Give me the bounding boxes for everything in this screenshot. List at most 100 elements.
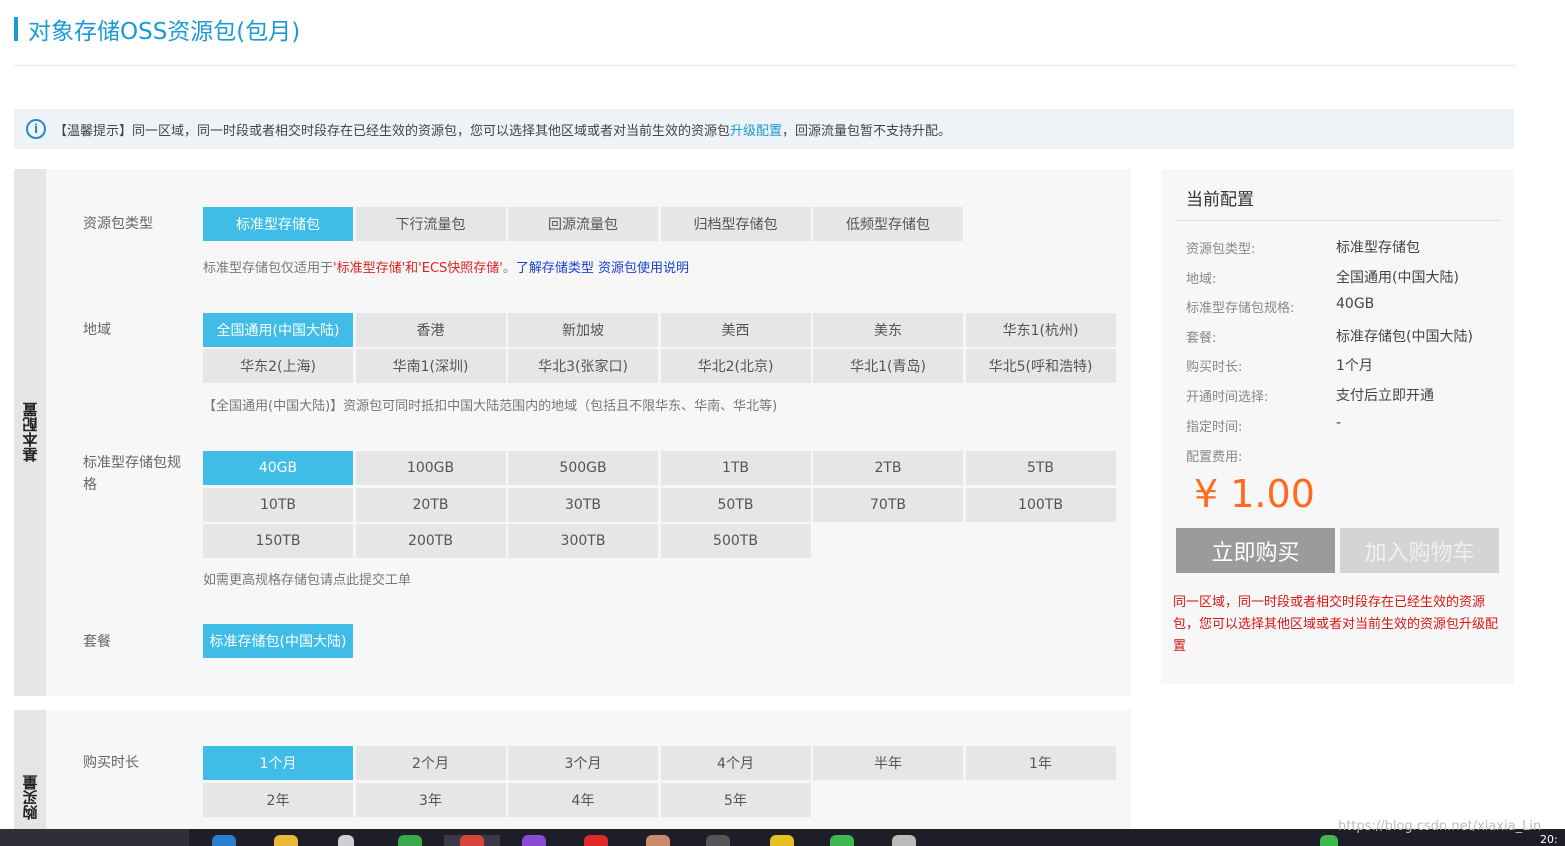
- basic-config-side: 基本配置: [14, 169, 46, 696]
- region-option[interactable]: 华东2(上海): [203, 349, 353, 383]
- summary-key: 资源包类型:: [1186, 242, 1256, 257]
- region-option[interactable]: 华北3(张家口): [508, 349, 658, 383]
- page-root: 对象存储OSS资源包(包月) i 【温馨提示】同一区域，同一时段或者相交时段存在…: [0, 0, 1565, 846]
- app-green-icon[interactable]: [398, 835, 422, 846]
- region-option[interactable]: 华东1(杭州): [965, 313, 1116, 347]
- storage-types-link[interactable]: 了解存储类型: [516, 261, 594, 276]
- notice-upgrade-link[interactable]: 升级配置: [730, 120, 782, 139]
- spec-ticket-link[interactable]: 如需更高规格存储包请点此提交工单: [203, 569, 411, 588]
- duration-label: 购买时长: [83, 755, 139, 771]
- duration-option[interactable]: 3个月: [508, 746, 658, 780]
- duration-option[interactable]: 5年: [660, 782, 811, 817]
- duration-option[interactable]: 4年: [508, 782, 658, 817]
- region-option[interactable]: 全国通用(中国大陆): [203, 313, 353, 347]
- taskbar-search-area[interactable]: [0, 829, 189, 846]
- summary-key: 地域:: [1186, 271, 1217, 287]
- region-option[interactable]: 华北2(北京): [660, 349, 811, 383]
- summary-value: 支付后立即开通: [1336, 388, 1434, 404]
- buy-now-button[interactable]: 立即购买: [1176, 528, 1335, 573]
- duration-option[interactable]: 半年: [813, 746, 963, 780]
- package-type-option[interactable]: 标准型存储包: [203, 207, 353, 241]
- usage-guide-link[interactable]: 资源包使用说明: [598, 261, 689, 276]
- duration-option[interactable]: 3年: [355, 782, 506, 817]
- region-option[interactable]: 华南1(深圳): [355, 349, 506, 383]
- fee-label: 配置费用:: [1186, 450, 1243, 465]
- spec-option[interactable]: 2TB: [813, 451, 963, 485]
- title-accent-bar: [14, 17, 18, 41]
- spec-option[interactable]: 100GB: [355, 451, 506, 485]
- summary-key: 购买时长:: [1186, 360, 1243, 376]
- tray-app-icon[interactable]: [1320, 835, 1338, 846]
- spec-option[interactable]: 20TB: [355, 487, 506, 522]
- notice-text-before: 【温馨提示】同一区域，同一时段或者相交时段存在已经生效的资源包，您可以选择其他区…: [54, 123, 731, 139]
- duration-option[interactable]: 1个月: [203, 746, 353, 780]
- region-option[interactable]: 美东: [813, 313, 963, 347]
- spec-option[interactable]: 50TB: [660, 487, 811, 522]
- region-label: 地域: [83, 322, 111, 338]
- spec-option[interactable]: 500TB: [660, 524, 811, 558]
- summary-value: 40GB: [1336, 296, 1375, 313]
- duration-option[interactable]: 4个月: [660, 746, 811, 780]
- app-window-icon[interactable]: [706, 835, 730, 846]
- app-avatar-icon[interactable]: [646, 835, 670, 846]
- type-hint-prefix: 标准型存储包仅适用于: [203, 261, 334, 276]
- region-option[interactable]: 美西: [660, 313, 811, 347]
- region-option[interactable]: 新加坡: [508, 313, 658, 347]
- watermark-text: https://blog.csdn.net/xiaxia_Lin: [1338, 819, 1542, 834]
- buy-config-panel: 购买量 购买时长 1个月 2个月 3个月 4个月 半年 1年 2年 3年 4年 5年: [14, 710, 1131, 846]
- page-title: 对象存储OSS资源包(包月): [14, 14, 301, 45]
- search-icon[interactable]: [338, 835, 354, 846]
- summary-value: 全国通用(中国大陆): [1336, 269, 1459, 286]
- app-wechat-icon[interactable]: [830, 835, 854, 846]
- region-option[interactable]: 华北1(青岛): [813, 349, 963, 383]
- spec-option[interactable]: 200TB: [355, 524, 506, 558]
- folder-icon[interactable]: [274, 835, 298, 846]
- duration-option[interactable]: 2个月: [355, 746, 506, 780]
- price-value: ¥ 1.00: [1194, 472, 1315, 516]
- spec-option[interactable]: 10TB: [203, 487, 353, 522]
- type-hint: 标准型存储包仅适用于'标准型存储'和'ECS快照存储'。了解存储类型 资源包使用…: [203, 257, 689, 276]
- type-hint-highlight: '标准型存储'和'ECS快照存储': [333, 261, 503, 276]
- app-purple-icon[interactable]: [522, 835, 546, 846]
- page-title-text: 对象存储OSS资源包(包月): [28, 19, 301, 45]
- app-red-icon[interactable]: [584, 835, 608, 846]
- summary-value: 标准型存储包: [1336, 240, 1420, 256]
- summary-value: 标准存储包(中国大陆): [1336, 328, 1473, 345]
- summary-warning: 同一区域，同一时段或者相交时段存在已经生效的资源包，您可以选择其他区域或者对当前…: [1173, 595, 1499, 654]
- spec-option[interactable]: 5TB: [965, 451, 1116, 485]
- spec-option[interactable]: 1TB: [660, 451, 811, 485]
- summary-divider: [1175, 220, 1501, 221]
- basic-config-label: 基本配置: [21, 402, 40, 463]
- chrome-icon[interactable]: [460, 835, 484, 846]
- region-hint: 【全国通用(中国大陆)】资源包可同时抵扣中国大陆范围内的地域（包括且不限华东、华…: [203, 399, 778, 414]
- summary-value: 1个月: [1336, 358, 1373, 375]
- spec-option[interactable]: 300TB: [508, 524, 658, 558]
- spec-option[interactable]: 70TB: [813, 487, 963, 522]
- buy-config-side: 购买量: [14, 710, 46, 846]
- info-icon: i: [26, 119, 46, 139]
- plan-option[interactable]: 标准存储包(中国大陆): [203, 624, 353, 658]
- package-type-option[interactable]: 下行流量包: [355, 207, 506, 241]
- os-taskbar: [0, 829, 1565, 846]
- region-option[interactable]: 华北5(呼和浩特): [965, 349, 1116, 383]
- summary-title: 当前配置: [1186, 190, 1254, 210]
- spec-option[interactable]: 40GB: [203, 451, 353, 485]
- package-type-option[interactable]: 回源流量包: [508, 207, 658, 241]
- spec-option[interactable]: 150TB: [203, 524, 353, 558]
- summary-key: 套餐:: [1186, 330, 1217, 346]
- duration-option[interactable]: 2年: [203, 782, 353, 817]
- app-yellow-icon[interactable]: [770, 835, 794, 846]
- edge-icon[interactable]: [212, 835, 236, 846]
- app-doc-icon[interactable]: [892, 835, 916, 846]
- duration-option[interactable]: 1年: [965, 746, 1116, 780]
- package-type-option[interactable]: 归档型存储包: [660, 207, 811, 241]
- spec-option[interactable]: 30TB: [508, 487, 658, 522]
- add-to-cart-button[interactable]: 加入购物车: [1340, 528, 1499, 573]
- type-label: 资源包类型: [83, 216, 153, 232]
- region-option[interactable]: 香港: [355, 313, 506, 347]
- package-type-option[interactable]: 低频型存储包: [813, 207, 963, 241]
- summary-key: 指定时间:: [1186, 419, 1243, 435]
- spec-option[interactable]: 500GB: [508, 451, 658, 485]
- title-divider: [14, 65, 1516, 66]
- spec-option[interactable]: 100TB: [965, 487, 1116, 522]
